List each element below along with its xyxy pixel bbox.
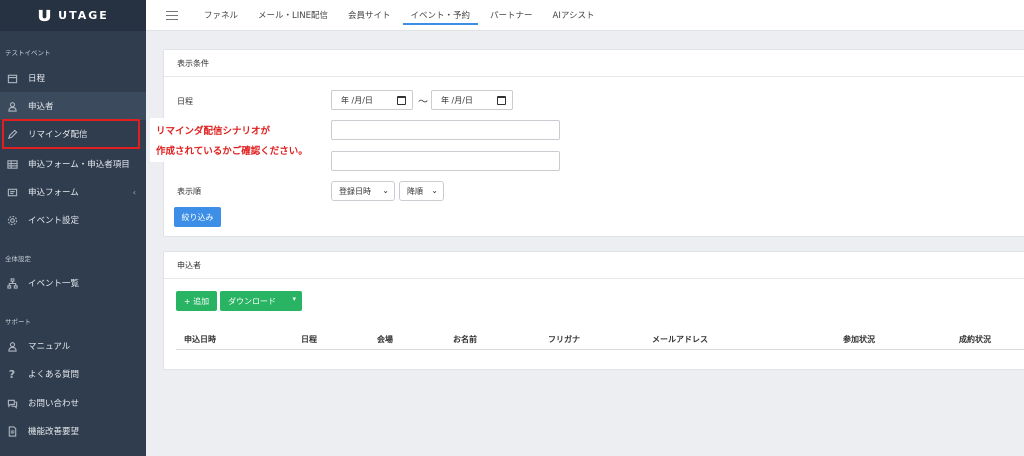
col-schedule[interactable]: 日程 bbox=[301, 334, 317, 345]
sidebar: UTAGE テストイベント 日程 申込者 リマインダ配信 申込フォーム・申込者項… bbox=[0, 0, 146, 456]
logo-text: UTAGE bbox=[58, 9, 109, 22]
sidebar-item-label: マニュアル bbox=[28, 342, 71, 352]
tab-funnel[interactable]: ファネル bbox=[194, 0, 248, 31]
sidebar-item-forms[interactable]: 申込フォーム ‹ bbox=[0, 178, 146, 206]
top-nav: ファネル メール・LINE配信 会員サイト イベント・予約 パートナー AIアシ… bbox=[146, 0, 1024, 31]
sidebar-item-label: 機能改善要望 bbox=[28, 427, 80, 437]
applicants-panel-title: 申込者 bbox=[164, 252, 1024, 279]
document-icon bbox=[6, 425, 18, 437]
sidebar-item-label: お問い合わせ bbox=[28, 399, 80, 409]
tab-event-reservation[interactable]: イベント・予約 bbox=[401, 0, 481, 31]
filter-text-input-1[interactable] bbox=[331, 120, 560, 140]
table-icon bbox=[6, 158, 18, 170]
callout-line-1: リマインダ配信シナリオが bbox=[156, 126, 271, 137]
calendar-icon bbox=[6, 72, 18, 84]
callout-line-2: 作成されているかご確認ください。 bbox=[156, 146, 308, 157]
sort-field-select[interactable]: 登録日時 ⌄ bbox=[331, 181, 395, 201]
logo[interactable]: UTAGE bbox=[0, 0, 146, 31]
tab-member-site[interactable]: 会員サイト bbox=[338, 0, 401, 31]
sidebar-item-form-fields[interactable]: 申込フォーム・申込者項目 bbox=[0, 150, 146, 178]
form-icon bbox=[6, 186, 18, 198]
date-from-input[interactable]: 年 /月/日 bbox=[331, 90, 413, 110]
chevron-down-icon: ⌄ bbox=[431, 186, 438, 195]
date-to-input[interactable]: 年 /月/日 bbox=[431, 90, 513, 110]
filter-text-input-2[interactable] bbox=[331, 151, 560, 171]
tab-partner[interactable]: パートナー bbox=[480, 0, 543, 31]
sidebar-item-label: よくある質問 bbox=[28, 370, 80, 380]
chevron-down-icon: ⌄ bbox=[382, 186, 389, 195]
applicants-panel: 申込者 + 追加 ダウンロード ▾ 申込日時 日程 会場 お名前 フリガナ メー… bbox=[163, 251, 1024, 370]
date-range-separator: 〜 bbox=[418, 97, 428, 108]
annotation-callout: リマインダ配信シナリオが 作成されているかご確認ください。 bbox=[150, 118, 310, 162]
col-participation[interactable]: 参加状況 bbox=[843, 334, 875, 345]
sidebar-item-schedule[interactable]: 日程 bbox=[0, 64, 146, 92]
sidebar-item-label: 申込フォーム・申込者項目 bbox=[28, 160, 130, 170]
sidebar-item-contact[interactable]: お問い合わせ bbox=[0, 389, 146, 417]
date-from-placeholder: 年 /月/日 bbox=[341, 95, 373, 105]
col-applied-at[interactable]: 申込日時 bbox=[184, 334, 216, 345]
table-header-divider bbox=[176, 349, 1024, 350]
sidebar-item-manual[interactable]: マニュアル bbox=[0, 332, 146, 360]
calendar-icon[interactable] bbox=[497, 96, 506, 105]
sort-order-value: 降順 bbox=[407, 186, 423, 196]
chevron-left-icon[interactable]: ‹ bbox=[133, 188, 136, 197]
add-button[interactable]: + 追加 bbox=[176, 291, 217, 311]
sidebar-item-label: イベント一覧 bbox=[28, 279, 80, 289]
date-to-placeholder: 年 /月/日 bbox=[441, 95, 473, 105]
sidebar-item-faq[interactable]: ? よくある質問 bbox=[0, 360, 146, 388]
calendar-icon[interactable] bbox=[397, 96, 406, 105]
sidebar-item-applicants[interactable]: 申込者 bbox=[0, 92, 146, 120]
sidebar-item-event-list[interactable]: イベント一覧 bbox=[0, 269, 146, 297]
download-button[interactable]: ダウンロード ▾ bbox=[220, 291, 302, 311]
gear-icon bbox=[6, 214, 18, 226]
sidebar-item-label: 日程 bbox=[28, 74, 46, 84]
tab-mail-line[interactable]: メール・LINE配信 bbox=[248, 0, 338, 31]
col-venue[interactable]: 会場 bbox=[377, 334, 393, 345]
tab-ai-assist[interactable]: AIアシスト bbox=[543, 0, 605, 31]
sort-field-value: 登録日時 bbox=[339, 186, 371, 196]
sidebar-item-feature-request[interactable]: 機能改善要望 bbox=[0, 417, 146, 445]
col-furigana[interactable]: フリガナ bbox=[548, 334, 580, 345]
chat-icon bbox=[6, 397, 18, 409]
caret-down-icon[interactable]: ▾ bbox=[292, 295, 296, 303]
sidebar-item-label: 申込者 bbox=[28, 102, 54, 112]
col-name[interactable]: お名前 bbox=[453, 334, 477, 345]
filter-submit-button[interactable]: 絞り込み bbox=[174, 207, 221, 227]
user-icon bbox=[6, 100, 18, 112]
col-email[interactable]: メールアドレス bbox=[652, 334, 708, 345]
sort-order-select[interactable]: 降順 ⌄ bbox=[399, 181, 444, 201]
hamburger-icon[interactable] bbox=[166, 10, 178, 20]
sidebar-item-label: 申込フォーム bbox=[28, 188, 79, 198]
sitemap-icon bbox=[6, 277, 18, 289]
user-icon bbox=[6, 340, 18, 352]
date-label: 日程 bbox=[177, 97, 193, 106]
filter-panel-title: 表示条件 bbox=[164, 50, 1024, 77]
question-icon: ? bbox=[8, 367, 16, 381]
sidebar-section-global: 全体設定 bbox=[5, 255, 31, 263]
download-label: ダウンロード bbox=[228, 296, 276, 306]
sidebar-section-event: テストイベント bbox=[5, 49, 51, 57]
sort-label: 表示順 bbox=[177, 187, 201, 196]
sidebar-section-support: サポート bbox=[5, 318, 31, 326]
col-contract[interactable]: 成約状況 bbox=[959, 334, 991, 345]
highlight-box bbox=[2, 119, 140, 149]
sidebar-item-event-settings[interactable]: イベント設定 bbox=[0, 206, 146, 234]
sidebar-item-label: イベント設定 bbox=[28, 216, 80, 226]
utage-logo-icon bbox=[39, 9, 51, 22]
